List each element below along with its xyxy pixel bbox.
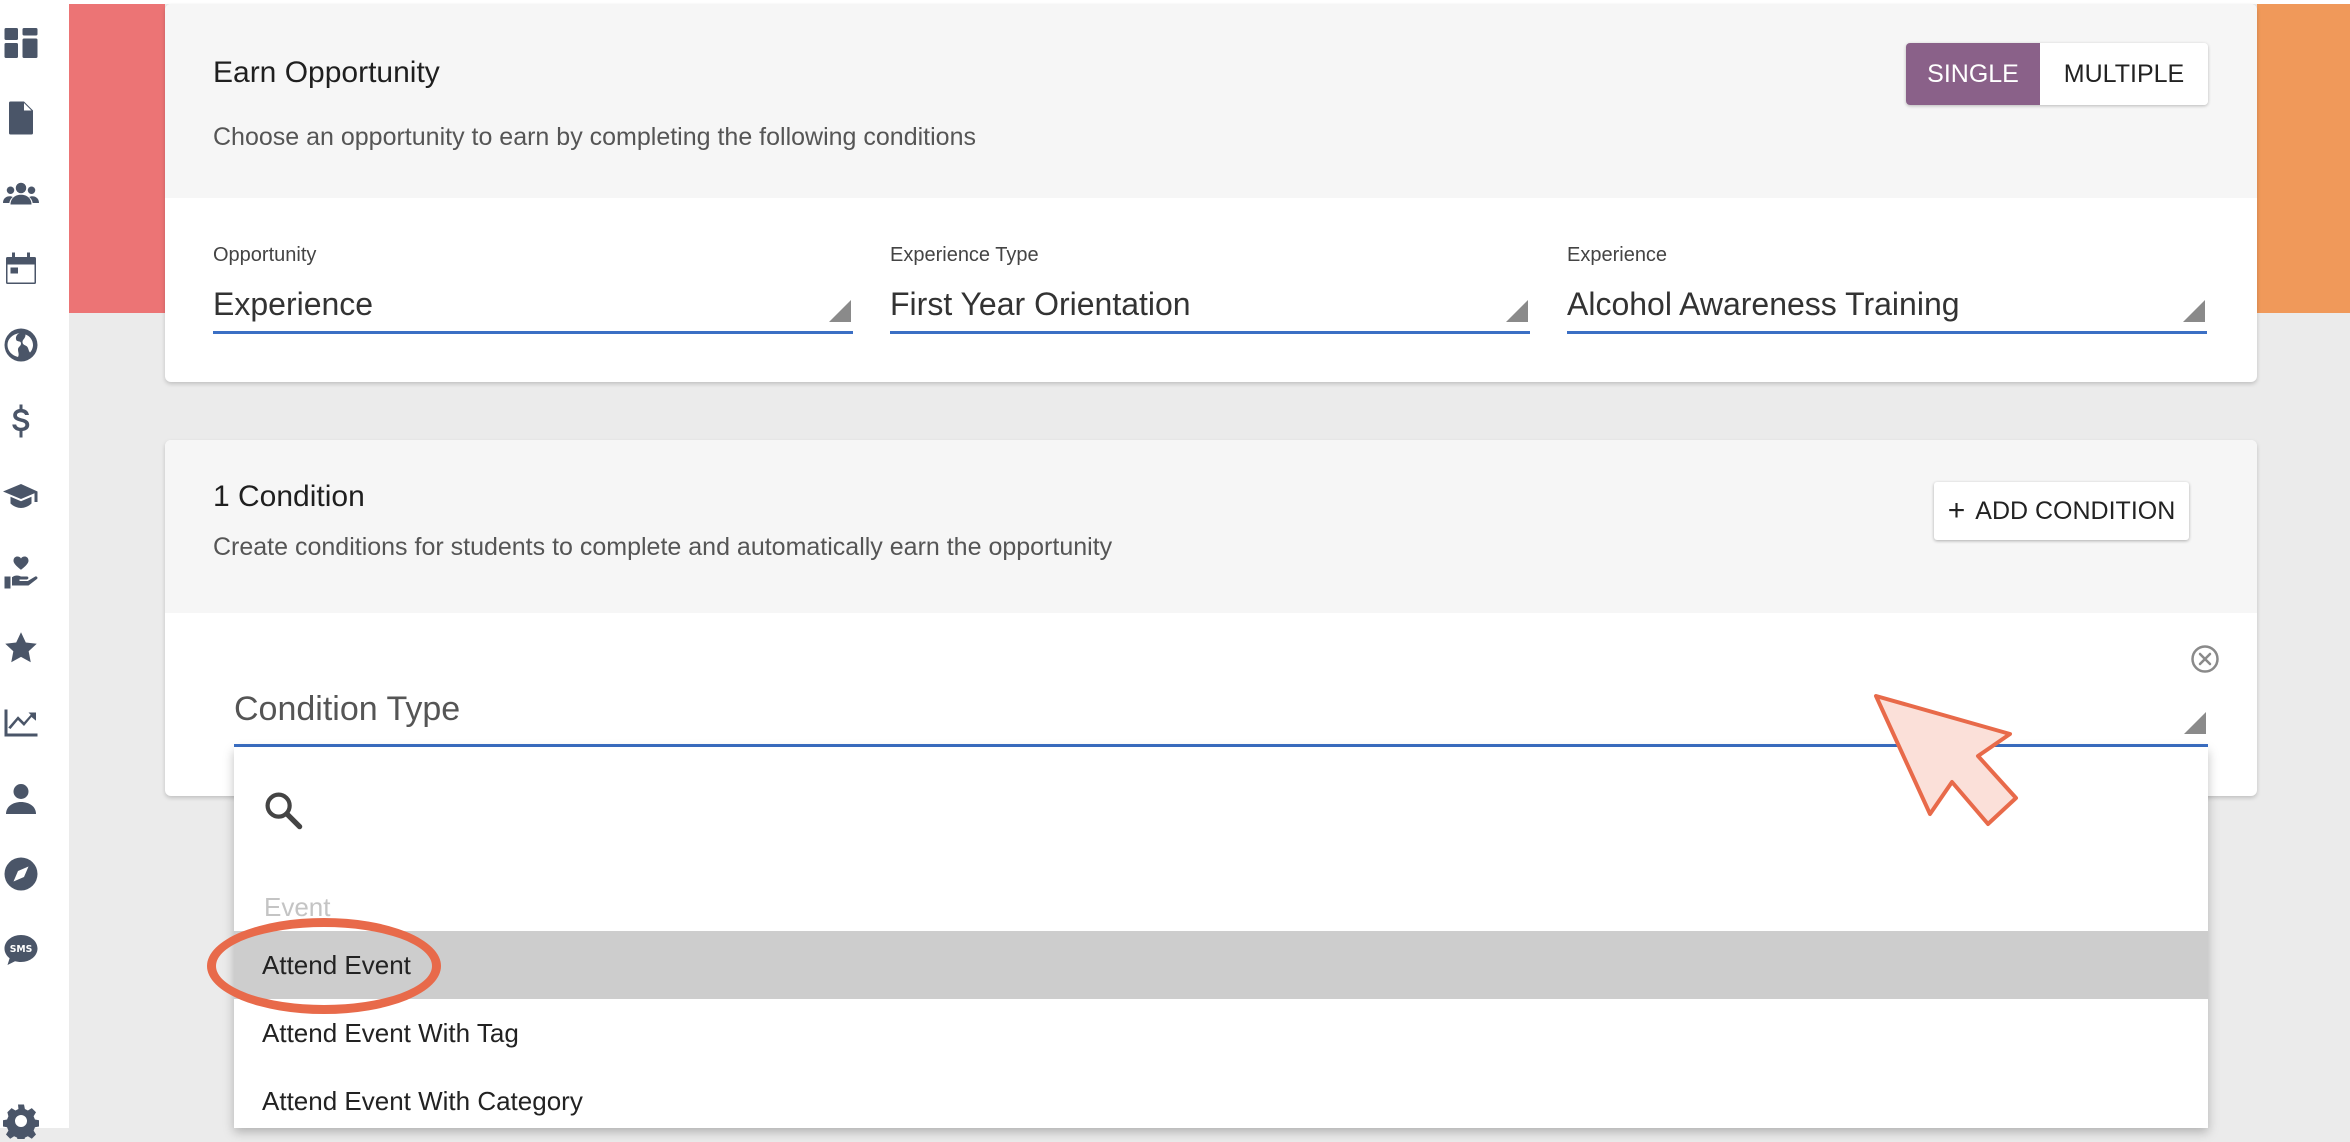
annotation-highlight-ring: [207, 918, 441, 1014]
graduation-cap-icon[interactable]: [0, 475, 42, 517]
dollar-icon[interactable]: [0, 400, 42, 442]
globe-icon[interactable]: [0, 324, 42, 366]
users-icon[interactable]: [0, 173, 42, 215]
field-underline: [1567, 331, 2207, 334]
sms-icon[interactable]: SMS: [0, 929, 42, 971]
calendar-icon[interactable]: [0, 248, 42, 290]
option-attend-event[interactable]: Attend Event: [234, 931, 2208, 999]
plus-icon: +: [1947, 494, 1966, 527]
single-multiple-toggle: SINGLE MULTIPLE: [1906, 43, 2208, 105]
experience-value: Alcohol Awareness Training: [1567, 286, 1960, 322]
decorative-banner-right: [2257, 4, 2350, 313]
option-label: Attend Event With Tag: [262, 1017, 519, 1048]
search-icon[interactable]: [262, 789, 304, 831]
user-icon[interactable]: [0, 778, 42, 820]
multiple-toggle-button[interactable]: MULTIPLE: [2040, 43, 2208, 105]
opportunity-label: Opportunity: [213, 244, 317, 266]
option-attend-event-with-tag[interactable]: Attend Event With Tag: [234, 999, 2208, 1067]
conditions-subtitle: Create conditions for students to comple…: [213, 533, 1113, 561]
sms-icon-text: SMS: [10, 944, 33, 955]
experience-type-select[interactable]: Experience Type First Year Orientation: [890, 244, 1530, 334]
add-condition-label: ADD CONDITION: [1975, 496, 2176, 525]
compass-icon[interactable]: [0, 853, 42, 895]
star-icon[interactable]: [0, 627, 42, 669]
document-icon[interactable]: [0, 97, 42, 139]
experience-label: Experience: [1567, 244, 1668, 266]
conditions-title: 1 Condition: [213, 480, 365, 513]
experience-select[interactable]: Experience Alcohol Awareness Training: [1567, 244, 2207, 334]
experience-type-value: First Year Orientation: [890, 286, 1191, 322]
remove-condition-icon[interactable]: [2190, 644, 2220, 674]
pointer-cursor-icon: [1874, 694, 2018, 826]
experience-type-label: Experience Type: [890, 244, 1039, 266]
dashboard-icon[interactable]: [0, 22, 42, 64]
earn-opportunity-subtitle: Choose an opportunity to earn by complet…: [213, 123, 976, 151]
single-toggle-button[interactable]: SINGLE: [1906, 43, 2040, 105]
dropdown-caret-icon: [1506, 300, 1528, 322]
opportunity-value: Experience: [213, 286, 374, 322]
hand-heart-icon[interactable]: [0, 551, 42, 593]
gear-icon[interactable]: [0, 1100, 42, 1142]
dropdown-caret-icon: [829, 300, 851, 322]
conditions-header: 1 Condition Create conditions for studen…: [165, 440, 2257, 613]
field-underline: [213, 331, 853, 334]
decorative-banner-left: [69, 4, 165, 313]
dropdown-caret-icon: [2184, 712, 2206, 734]
chart-line-icon[interactable]: [0, 702, 42, 744]
opportunity-select[interactable]: Opportunity Experience: [213, 244, 853, 334]
earn-opportunity-card: Earn Opportunity Choose an opportunity t…: [165, 4, 2257, 382]
sidebar-nav: SMS: [0, 0, 69, 1139]
option-attend-event-with-category[interactable]: Attend Event With Category: [234, 1067, 2208, 1135]
earn-opportunity-header: Earn Opportunity Choose an opportunity t…: [165, 4, 2257, 198]
dropdown-caret-icon: [2183, 300, 2205, 322]
earn-opportunity-title: Earn Opportunity: [213, 56, 440, 89]
add-condition-button[interactable]: + ADD CONDITION: [1934, 482, 2189, 540]
field-underline: [890, 331, 1530, 334]
option-label: Attend Event With Category: [262, 1085, 583, 1116]
